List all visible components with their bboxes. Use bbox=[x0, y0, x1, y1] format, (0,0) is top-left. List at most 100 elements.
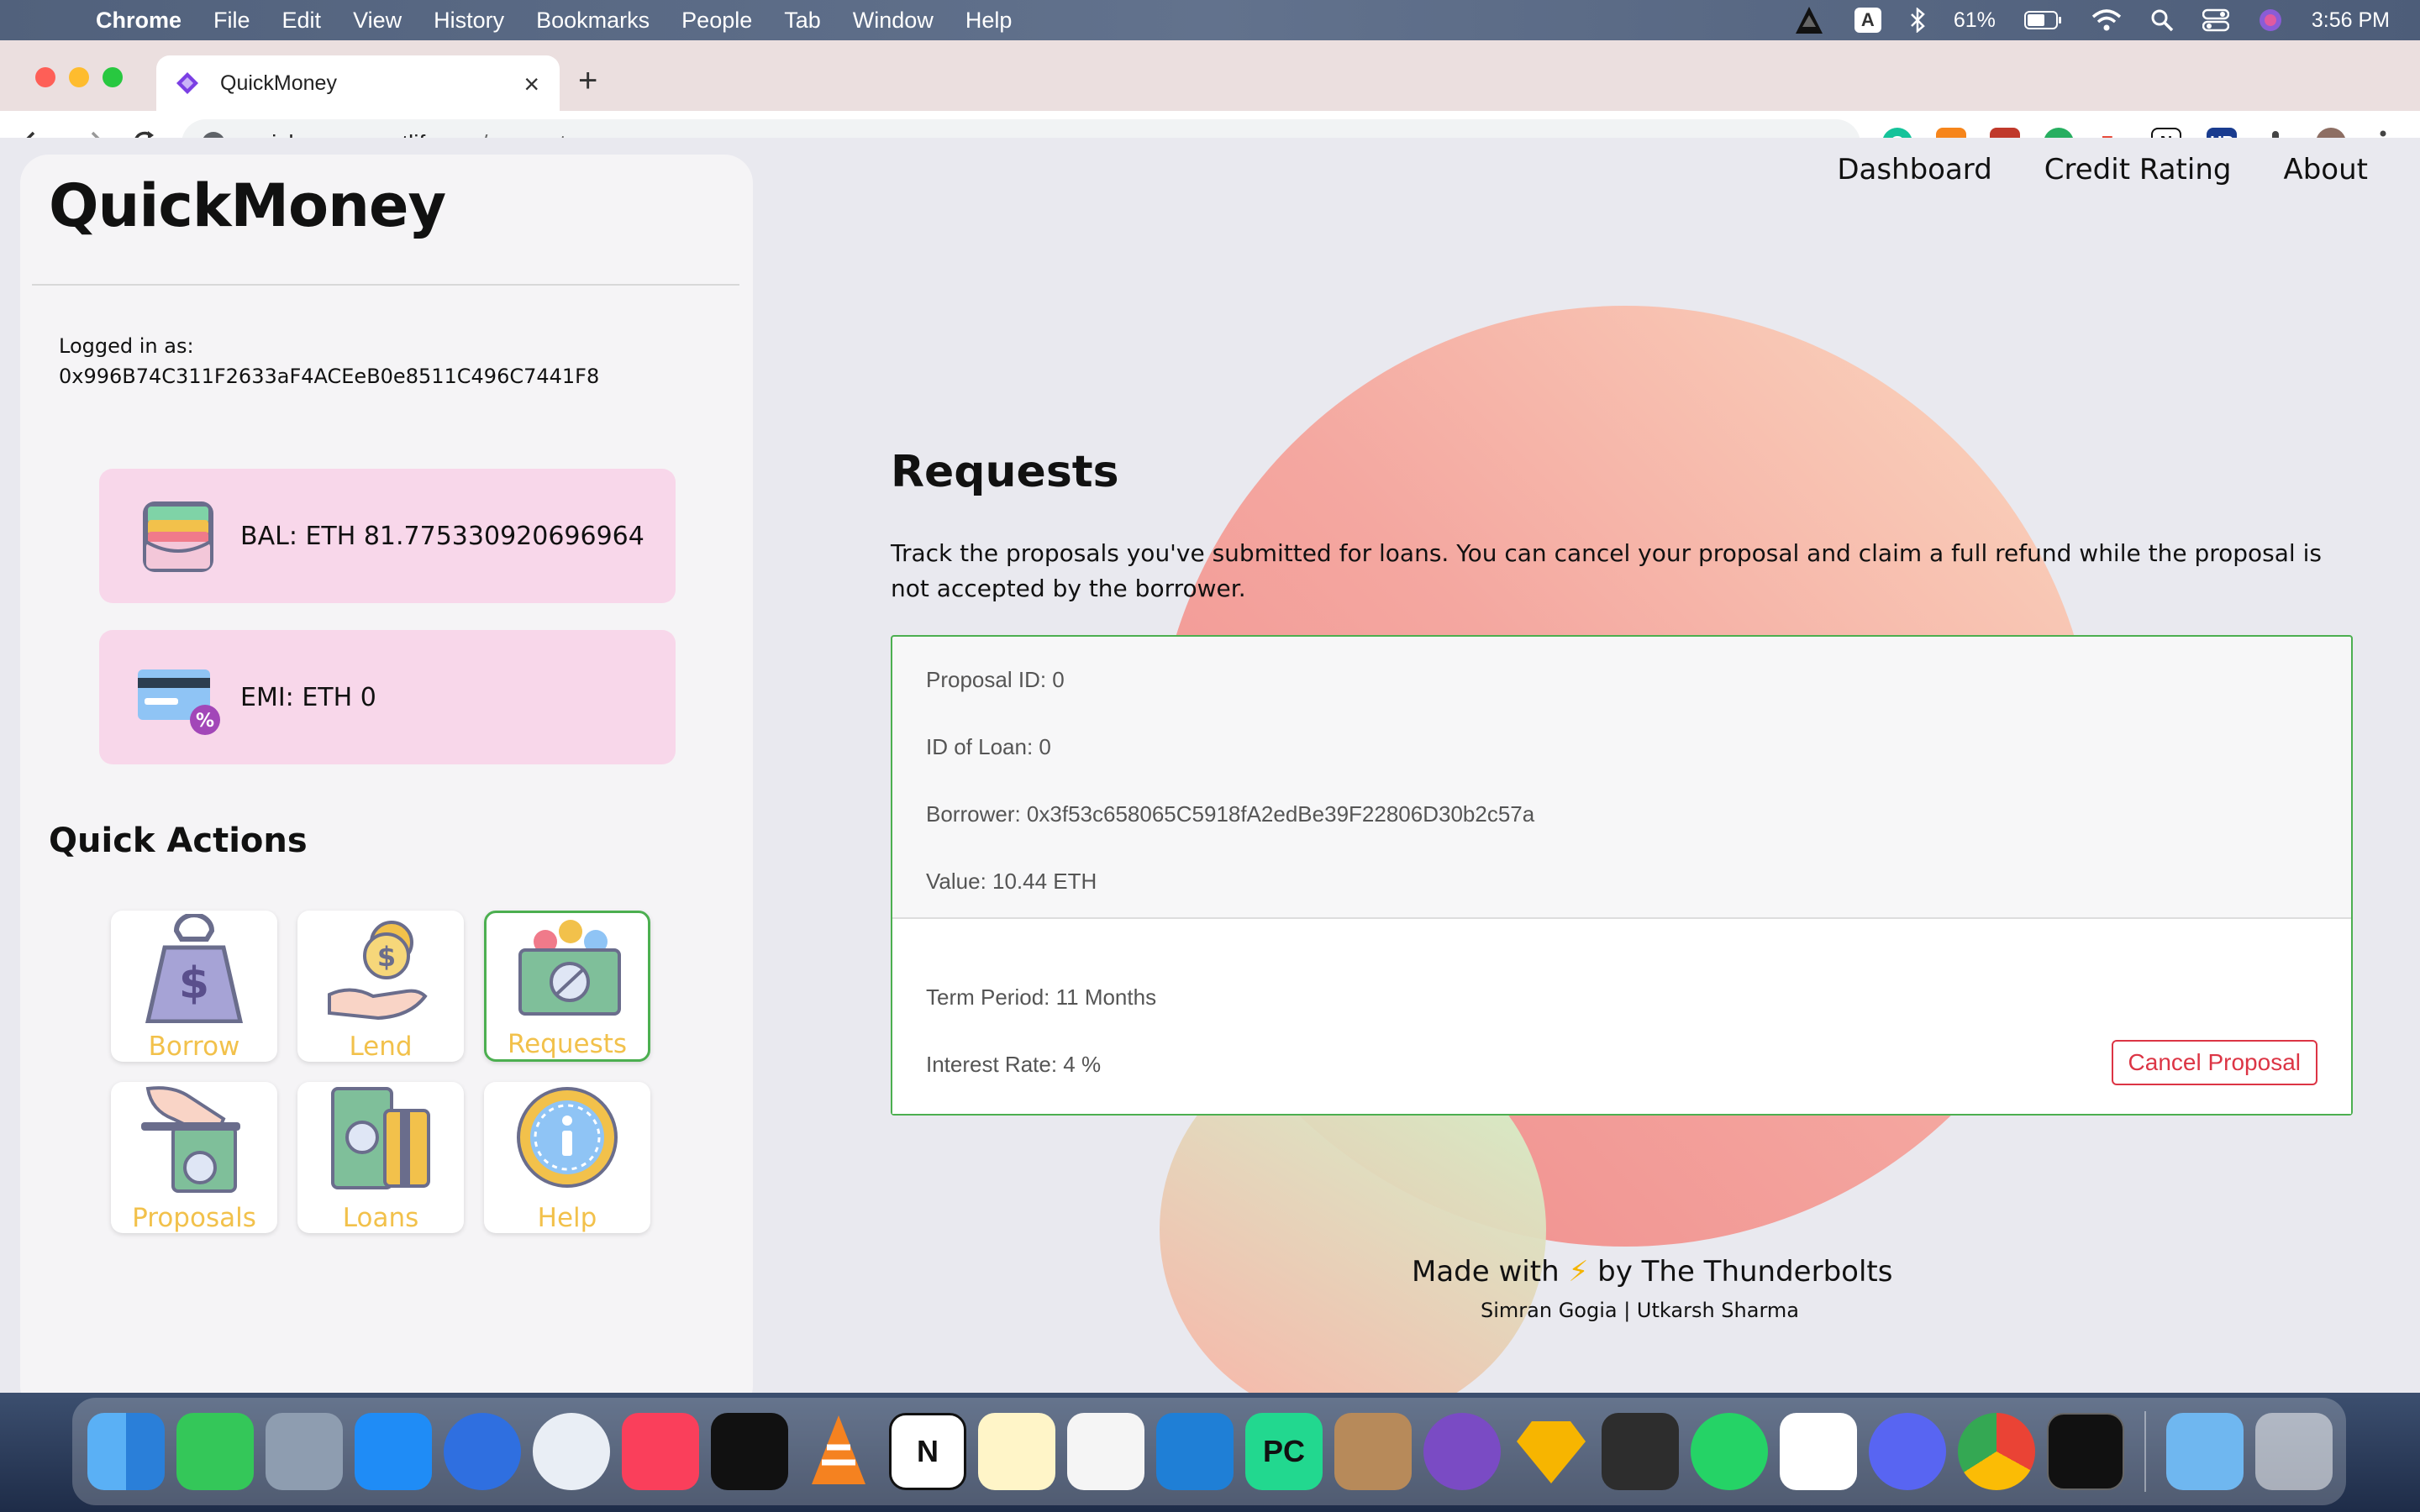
requests-tile[interactable]: Requests bbox=[484, 911, 650, 1062]
menu-help[interactable]: Help bbox=[965, 8, 1013, 34]
emi-card: % EMI: ETH 0 bbox=[99, 630, 676, 764]
brand-logo[interactable]: QuickMoney bbox=[49, 171, 446, 240]
vscode-icon[interactable] bbox=[1156, 1413, 1234, 1490]
battery-icon[interactable] bbox=[2023, 11, 2063, 29]
github-icon[interactable] bbox=[1423, 1413, 1501, 1490]
script-editor-icon[interactable] bbox=[1067, 1413, 1144, 1490]
dock-separator bbox=[2144, 1411, 2146, 1492]
control-center-icon[interactable] bbox=[2202, 8, 2229, 32]
vlc-icon[interactable] bbox=[800, 1413, 877, 1490]
menu-edit[interactable]: Edit bbox=[282, 8, 322, 34]
proposals-label: Proposals bbox=[132, 1203, 256, 1233]
logged-in-info: Logged in as: 0x996B74C311F2633aF4ACEeB0… bbox=[59, 331, 599, 391]
footer-authors: Simran Gogia | Utkarsh Sharma bbox=[1481, 1299, 1799, 1322]
macos-dock: N PC bbox=[72, 1398, 2346, 1505]
menu-window[interactable]: Window bbox=[853, 8, 934, 34]
help-label: Help bbox=[537, 1203, 597, 1233]
tab-close-icon[interactable]: × bbox=[523, 69, 539, 100]
battery-percent: 61% bbox=[1953, 8, 1996, 32]
svg-text:%: % bbox=[196, 711, 214, 732]
whatsapp-icon[interactable] bbox=[1691, 1413, 1768, 1490]
money-bag-icon: $ bbox=[145, 914, 244, 1023]
downloads-folder-icon[interactable] bbox=[2166, 1413, 2244, 1490]
browser-tab[interactable]: QuickMoney × bbox=[156, 55, 560, 111]
borrow-tile[interactable]: $ Borrow bbox=[111, 911, 277, 1062]
hand-coin-icon: $ bbox=[328, 921, 428, 1021]
cash-card-icon bbox=[331, 1087, 430, 1189]
nav-credit-rating[interactable]: Credit Rating bbox=[2044, 153, 2232, 186]
tv-icon[interactable] bbox=[711, 1413, 788, 1490]
menu-view[interactable]: View bbox=[353, 8, 402, 34]
zoom-window-button[interactable] bbox=[103, 67, 123, 87]
menu-clock[interactable]: 3:56 PM bbox=[2312, 8, 2390, 33]
nav-about[interactable]: About bbox=[2283, 153, 2368, 186]
close-window-button[interactable] bbox=[35, 67, 55, 87]
term-period: Term Period: 11 Months bbox=[926, 984, 1157, 1010]
app-store-icon[interactable] bbox=[355, 1413, 432, 1490]
requests-label: Requests bbox=[507, 1029, 628, 1059]
page-title: Requests bbox=[891, 447, 1119, 497]
nav-dashboard[interactable]: Dashboard bbox=[1837, 153, 1991, 186]
pycharm-icon[interactable]: PC bbox=[1245, 1413, 1323, 1490]
menu-file[interactable]: File bbox=[213, 8, 250, 34]
footer-credit: Made with ⚡ by The Thunderbolts bbox=[1412, 1255, 1892, 1289]
sketch-icon[interactable] bbox=[1512, 1413, 1590, 1490]
lend-label: Lend bbox=[349, 1032, 413, 1062]
notion-dock-icon[interactable]: N bbox=[889, 1413, 966, 1490]
chrome-dock-icon[interactable] bbox=[1958, 1413, 2035, 1490]
spark-icon[interactable] bbox=[444, 1413, 521, 1490]
wallet-address: 0x996B74C311F2633aF4ACEeB0e8511C496C7441… bbox=[59, 365, 600, 388]
wifi-icon[interactable] bbox=[2091, 8, 2122, 32]
bluetooth-icon[interactable] bbox=[1910, 8, 1925, 33]
finder-icon[interactable] bbox=[87, 1413, 165, 1490]
tab-title: QuickMoney bbox=[220, 71, 337, 95]
proposal-value: Value: 10.44 ETH bbox=[926, 869, 1097, 894]
app-status-icon[interactable] bbox=[1792, 5, 1826, 35]
slack-icon[interactable] bbox=[1780, 1413, 1857, 1490]
loans-tile[interactable]: Loans bbox=[297, 1082, 464, 1233]
menu-people[interactable]: People bbox=[681, 8, 752, 34]
safari-icon[interactable] bbox=[533, 1413, 610, 1490]
music-icon[interactable] bbox=[622, 1413, 699, 1490]
menu-tab[interactable]: Tab bbox=[784, 8, 821, 34]
proposals-tile[interactable]: Proposals bbox=[111, 1082, 277, 1233]
top-navigation: Dashboard Credit Rating About bbox=[1837, 153, 2368, 186]
help-tile[interactable]: Help bbox=[484, 1082, 650, 1233]
menu-history[interactable]: History bbox=[434, 8, 504, 34]
box-icon[interactable] bbox=[1334, 1413, 1412, 1490]
spotlight-search-icon[interactable] bbox=[2150, 8, 2174, 32]
discord-icon[interactable] bbox=[1869, 1413, 1946, 1490]
footer-made-with: Made with bbox=[1412, 1255, 1560, 1289]
final-cut-icon[interactable] bbox=[1602, 1413, 1679, 1490]
siri-icon[interactable] bbox=[2258, 8, 2283, 33]
logged-in-label: Logged in as: bbox=[59, 334, 194, 358]
svg-text:$: $ bbox=[179, 958, 209, 1009]
trash-icon[interactable] bbox=[2255, 1413, 2333, 1490]
macos-menu-bar: Chrome File Edit View History Bookmarks … bbox=[0, 0, 2420, 40]
cancel-proposal-button[interactable]: Cancel Proposal bbox=[2111, 1040, 2317, 1085]
wallet-icon bbox=[143, 501, 213, 572]
credit-card-icon: % bbox=[138, 669, 220, 735]
loan-id: ID of Loan: 0 bbox=[926, 734, 1051, 759]
quickmoney-favicon-icon bbox=[176, 72, 198, 94]
menu-app-name[interactable]: Chrome bbox=[96, 8, 182, 34]
window-controls bbox=[35, 67, 123, 87]
notes-icon[interactable] bbox=[978, 1413, 1055, 1490]
messages-icon[interactable] bbox=[176, 1413, 254, 1490]
input-source-icon[interactable]: A bbox=[1854, 8, 1881, 33]
cash-stack-icon bbox=[518, 920, 621, 1016]
footer-team: by The Thunderbolts bbox=[1597, 1255, 1893, 1289]
proposal-divider bbox=[892, 917, 2351, 919]
launchpad-icon[interactable] bbox=[266, 1413, 343, 1490]
menu-bookmarks[interactable]: Bookmarks bbox=[536, 8, 650, 34]
web-page: QuickMoney Logged in as: 0x996B74C311F26… bbox=[0, 138, 2420, 1394]
proposal-card: Proposal ID: 0 ID of Loan: 0 Borrower: 0… bbox=[891, 635, 2353, 1116]
balance-text: BAL: ETH 81.775330920696964 bbox=[240, 521, 644, 551]
new-tab-button[interactable]: + bbox=[578, 62, 597, 100]
info-icon bbox=[517, 1087, 618, 1188]
tab-strip: QuickMoney × + bbox=[0, 40, 2420, 111]
lend-tile[interactable]: $ Lend bbox=[297, 911, 464, 1062]
balance-card: BAL: ETH 81.775330920696964 bbox=[99, 469, 676, 603]
minimize-window-button[interactable] bbox=[69, 67, 89, 87]
terminal-icon[interactable] bbox=[2047, 1413, 2124, 1490]
